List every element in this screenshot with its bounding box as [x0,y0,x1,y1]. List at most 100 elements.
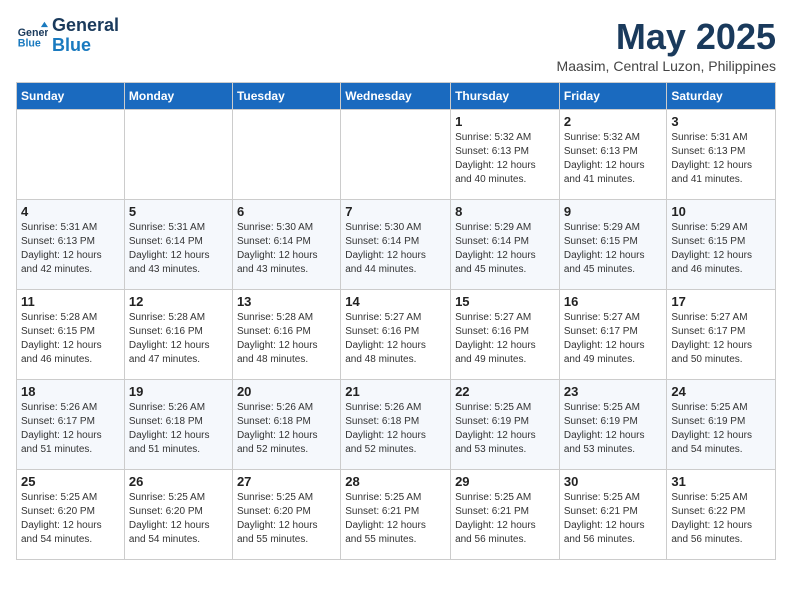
day-info: Sunrise: 5:27 AM Sunset: 6:16 PM Dayligh… [455,311,555,367]
weekday-row: SundayMondayTuesdayWednesdayThursdayFrid… [17,83,776,110]
day-number: 9 [564,204,663,219]
logo-line1: General [52,16,119,36]
calendar-cell [124,110,232,200]
calendar-cell: 15 Sunrise: 5:27 AM Sunset: 6:16 PM Dayli… [451,290,560,380]
calendar-cell: 24 Sunrise: 5:25 AM Sunset: 6:19 PM Dayli… [667,380,776,470]
calendar-cell: 19Sunrise: 5:26 AM Sunset: 6:18 PM Dayli… [124,380,232,470]
day-info: Sunrise: 5:25 AM Sunset: 6:22 PM Dayligh… [671,491,771,547]
day-info: Sunrise: 5:29 AM Sunset: 6:15 PM Dayligh… [564,221,663,277]
day-info: Sunrise: 5:31 AM Sunset: 6:13 PM Dayligh… [671,131,771,187]
day-info: Sunrise: 5:28 AM Sunset: 6:16 PM Dayligh… [129,311,228,367]
calendar-cell: 1 Sunrise: 5:32 AM Sunset: 6:13 PM Daylig… [451,110,560,200]
logo-line2: Blue [52,36,119,56]
calendar-cell: 9 Sunrise: 5:29 AM Sunset: 6:15 PM Daylig… [559,200,667,290]
location-title: Maasim, Central Luzon, Philippines [557,58,776,74]
calendar-cell: 13Sunrise: 5:28 AM Sunset: 6:16 PM Dayli… [232,290,340,380]
day-number: 27 [237,474,336,489]
day-info: Sunrise: 5:32 AM Sunset: 6:13 PM Dayligh… [455,131,555,187]
title-area: May 2025 Maasim, Central Luzon, Philippi… [557,16,776,74]
svg-text:Blue: Blue [18,37,41,49]
day-number: 21 [345,384,446,399]
calendar-cell: 16 Sunrise: 5:27 AM Sunset: 6:17 PM Dayli… [559,290,667,380]
calendar-header: SundayMondayTuesdayWednesdayThursdayFrid… [17,83,776,110]
calendar-cell: 3 Sunrise: 5:31 AM Sunset: 6:13 PM Daylig… [667,110,776,200]
calendar-cell [341,110,451,200]
day-info: Sunrise: 5:29 AM Sunset: 6:14 PM Dayligh… [455,221,555,277]
day-number: 1 [455,114,555,129]
logo-icon: General Blue [16,20,48,52]
weekday-header: Sunday [17,83,125,110]
day-number: 22 [455,384,555,399]
day-info: Sunrise: 5:30 AM Sunset: 6:14 PM Dayligh… [237,221,336,277]
day-number: 24 [671,384,771,399]
day-info: Sunrise: 5:25 AM Sunset: 6:19 PM Dayligh… [455,401,555,457]
calendar-cell: 20 Sunrise: 5:26 AM Sunset: 6:18 PM Dayli… [232,380,340,470]
day-info: Sunrise: 5:29 AM Sunset: 6:15 PM Dayligh… [671,221,771,277]
calendar-cell: 30Sunrise: 5:25 AM Sunset: 6:21 PM Dayli… [559,470,667,560]
calendar-week-row: 18 Sunrise: 5:26 AM Sunset: 6:17 PM Dayli… [17,380,776,470]
calendar-cell: 18 Sunrise: 5:26 AM Sunset: 6:17 PM Dayli… [17,380,125,470]
day-info: Sunrise: 5:30 AM Sunset: 6:14 PM Dayligh… [345,221,446,277]
calendar-cell: 23 Sunrise: 5:25 AM Sunset: 6:19 PM Dayli… [559,380,667,470]
day-number: 31 [671,474,771,489]
page-header: General Blue General Blue May 2025 Maasi… [16,16,776,74]
day-number: 12 [129,294,228,309]
day-number: 30 [564,474,663,489]
day-number: 8 [455,204,555,219]
calendar-cell: 31 Sunrise: 5:25 AM Sunset: 6:22 PM Dayli… [667,470,776,560]
day-number: 16 [564,294,663,309]
calendar-cell: 6 Sunrise: 5:30 AM Sunset: 6:14 PM Daylig… [232,200,340,290]
calendar-cell: 7 Sunrise: 5:30 AM Sunset: 6:14 PM Daylig… [341,200,451,290]
day-info: Sunrise: 5:25 AM Sunset: 6:20 PM Dayligh… [21,491,120,547]
calendar-cell: 12 Sunrise: 5:28 AM Sunset: 6:16 PM Dayli… [124,290,232,380]
day-number: 15 [455,294,555,309]
calendar-table: SundayMondayTuesdayWednesdayThursdayFrid… [16,82,776,560]
day-number: 13 [237,294,336,309]
calendar-cell: 5 Sunrise: 5:31 AM Sunset: 6:14 PM Daylig… [124,200,232,290]
day-number: 20 [237,384,336,399]
calendar-cell: 11Sunrise: 5:28 AM Sunset: 6:15 PM Dayli… [17,290,125,380]
day-info: Sunrise: 5:26 AM Sunset: 6:18 PM Dayligh… [345,401,446,457]
day-info: Sunrise: 5:31 AM Sunset: 6:13 PM Dayligh… [21,221,120,277]
day-info: Sunrise: 5:27 AM Sunset: 6:16 PM Dayligh… [345,311,446,367]
day-number: 26 [129,474,228,489]
calendar-cell: 27Sunrise: 5:25 AM Sunset: 6:20 PM Dayli… [232,470,340,560]
day-info: Sunrise: 5:25 AM Sunset: 6:19 PM Dayligh… [671,401,771,457]
day-info: Sunrise: 5:26 AM Sunset: 6:18 PM Dayligh… [237,401,336,457]
day-info: Sunrise: 5:28 AM Sunset: 6:15 PM Dayligh… [21,311,120,367]
day-number: 5 [129,204,228,219]
calendar-cell: 14 Sunrise: 5:27 AM Sunset: 6:16 PM Dayli… [341,290,451,380]
calendar-cell: 10 Sunrise: 5:29 AM Sunset: 6:15 PM Dayli… [667,200,776,290]
weekday-header: Saturday [667,83,776,110]
day-number: 23 [564,384,663,399]
calendar-cell: 21 Sunrise: 5:26 AM Sunset: 6:18 PM Dayli… [341,380,451,470]
calendar-cell: 29Sunrise: 5:25 AM Sunset: 6:21 PM Dayli… [451,470,560,560]
day-number: 3 [671,114,771,129]
day-info: Sunrise: 5:27 AM Sunset: 6:17 PM Dayligh… [564,311,663,367]
day-number: 17 [671,294,771,309]
calendar-week-row: 1 Sunrise: 5:32 AM Sunset: 6:13 PM Daylig… [17,110,776,200]
weekday-header: Monday [124,83,232,110]
calendar-cell: 28Sunrise: 5:25 AM Sunset: 6:21 PM Dayli… [341,470,451,560]
calendar-cell: 22 Sunrise: 5:25 AM Sunset: 6:19 PM Dayli… [451,380,560,470]
calendar-week-row: 11Sunrise: 5:28 AM Sunset: 6:15 PM Dayli… [17,290,776,380]
calendar-cell: 26Sunrise: 5:25 AM Sunset: 6:20 PM Dayli… [124,470,232,560]
calendar-cell [17,110,125,200]
day-info: Sunrise: 5:26 AM Sunset: 6:17 PM Dayligh… [21,401,120,457]
day-info: Sunrise: 5:27 AM Sunset: 6:17 PM Dayligh… [671,311,771,367]
calendar-cell: 4 Sunrise: 5:31 AM Sunset: 6:13 PM Daylig… [17,200,125,290]
day-number: 14 [345,294,446,309]
calendar-week-row: 4 Sunrise: 5:31 AM Sunset: 6:13 PM Daylig… [17,200,776,290]
day-info: Sunrise: 5:25 AM Sunset: 6:19 PM Dayligh… [564,401,663,457]
day-info: Sunrise: 5:31 AM Sunset: 6:14 PM Dayligh… [129,221,228,277]
day-number: 4 [21,204,120,219]
weekday-header: Friday [559,83,667,110]
day-number: 18 [21,384,120,399]
day-number: 6 [237,204,336,219]
day-number: 7 [345,204,446,219]
weekday-header: Tuesday [232,83,340,110]
day-number: 10 [671,204,771,219]
day-number: 28 [345,474,446,489]
calendar-cell: 17 Sunrise: 5:27 AM Sunset: 6:17 PM Dayli… [667,290,776,380]
day-number: 25 [21,474,120,489]
